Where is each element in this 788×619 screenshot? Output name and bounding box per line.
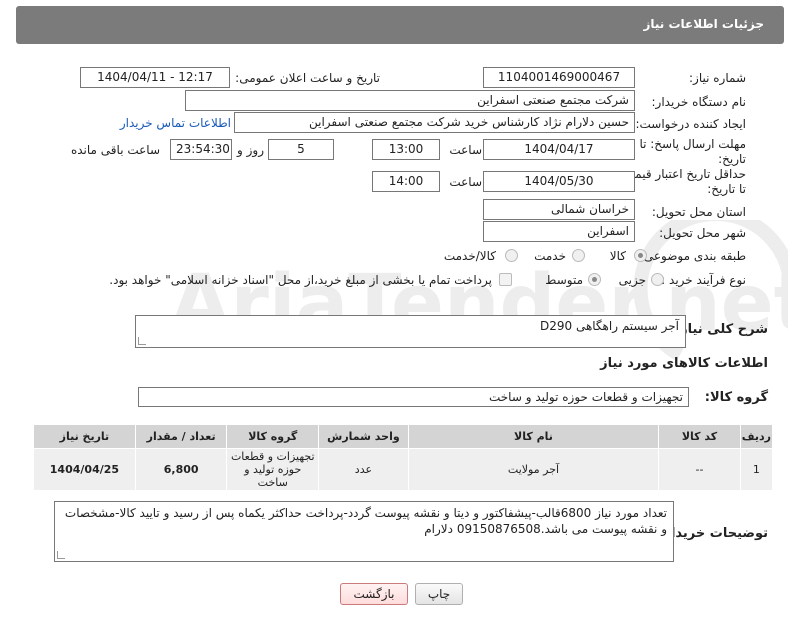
category-label: طبقه بندی موضوعی: — [639, 249, 746, 263]
reply-deadline-label-1: مهلت ارسال پاسخ: تا — [639, 137, 746, 151]
process-medium-label: متوسط — [545, 273, 583, 287]
process-medium-radio[interactable] — [588, 273, 601, 286]
col-group: گروه کالا — [226, 424, 320, 449]
cell-code: -- — [658, 448, 741, 491]
back-button[interactable]: بازگشت — [340, 583, 408, 605]
price-validity-time-label: ساعت — [449, 175, 482, 189]
category-goods-service-label: کالا/خدمت — [443, 249, 496, 263]
process-minor-radio[interactable] — [651, 273, 664, 286]
table-row[interactable]: 1 -- آجر مولایت عدد تجهیزات و قطعات حوزه… — [33, 448, 774, 491]
summary-text: آجر سیستم راهگاهی D290 — [539, 319, 679, 333]
category-goods-label: کالا — [609, 249, 626, 263]
col-row: ردیف — [739, 424, 774, 449]
requester-label: ایجاد کننده درخواست: — [635, 117, 746, 131]
summary-label: شرح کلی نیاز: — [674, 322, 768, 337]
requester-field: حسین دلارام نژاد کارشناس خرید شرکت مجتمع… — [234, 112, 635, 133]
days-label: روز و — [237, 143, 264, 157]
col-qty: تعداد / مقدار — [134, 424, 228, 449]
buyer-org-field: شرکت مجتمع صنعتی اسفراین — [185, 90, 635, 111]
reply-deadline-label-2: تاریخ: — [718, 152, 746, 166]
delivery-province-label: استان محل تحویل: — [651, 205, 746, 219]
page-title: جزئیات اطلاعات نیاز — [643, 17, 764, 31]
cell-group: تجهیزات و قطعات حوزه تولید و ساخت — [226, 448, 320, 491]
col-date: تاریخ نیاز — [33, 424, 136, 449]
delivery-city-field: اسفراین — [483, 221, 635, 242]
summary-textarea[interactable]: آجر سیستم راهگاهی D290 — [135, 315, 686, 348]
goods-section-title: اطلاعات کالاهای مورد نیاز — [600, 356, 768, 371]
cell-name: آجر مولایت — [407, 448, 660, 491]
treasury-payment-note: پرداخت تمام یا بخشی از مبلغ خرید،از محل … — [109, 273, 492, 287]
col-unit: واحد شمارش — [318, 424, 409, 449]
need-number-label: شماره نیاز: — [689, 71, 746, 85]
table-header-row: ردیف کد کالا نام کالا واحد شمارش گروه کا… — [33, 424, 774, 449]
buyer-notes-text: تعداد مورد نیاز 6800قالب-پیشفاکتور و دیت… — [64, 506, 667, 536]
announce-datetime-field: 1404/04/11 - 12:17 — [80, 67, 230, 88]
goods-group-label: گروه کالا: — [704, 390, 768, 405]
remaining-days-field: 5 — [268, 139, 334, 160]
announce-datetime-label: تاریخ و ساعت اعلان عمومی: — [235, 71, 380, 85]
print-button[interactable]: چاپ — [415, 583, 463, 605]
delivery-city-label: شهر محل تحویل: — [659, 226, 746, 240]
col-name: نام کالا — [407, 424, 660, 449]
remaining-time-label: ساعت باقی مانده — [70, 143, 160, 157]
reply-time-label: ساعت — [449, 143, 482, 157]
category-goods-radio[interactable] — [634, 249, 647, 262]
cell-row: 1 — [739, 448, 774, 491]
cell-unit: عدد — [318, 448, 409, 491]
buyer-org-label: نام دستگاه خریدار: — [651, 95, 747, 109]
reply-deadline-date-field: 1404/04/17 — [483, 139, 635, 160]
buyer-contact-link[interactable]: اطلاعات تماس خریدار — [120, 116, 231, 130]
resize-handle-icon[interactable] — [138, 337, 146, 345]
category-service-radio[interactable] — [572, 249, 585, 262]
category-service-label: خدمت — [534, 249, 566, 263]
remaining-time-field: 23:54:30 — [170, 139, 232, 160]
price-validity-label-2: تا تاریخ: — [707, 182, 746, 196]
resize-handle-icon[interactable] — [57, 551, 65, 559]
col-code: کد کالا — [658, 424, 741, 449]
process-minor-label: جزیی — [618, 273, 646, 287]
cell-qty: 6,800 — [134, 448, 228, 491]
process-type-label: نوع فرآیند خرید : — [661, 273, 746, 287]
items-table: ردیف کد کالا نام کالا واحد شمارش گروه کا… — [33, 424, 774, 491]
reply-deadline-time-field: 13:00 — [372, 139, 440, 160]
price-validity-label-1: حداقل تاریخ اعتبار قیمت: — [619, 167, 746, 181]
delivery-province-field: خراسان شمالی — [483, 199, 635, 220]
buyer-notes-textarea[interactable]: تعداد مورد نیاز 6800قالب-پیشفاکتور و دیت… — [54, 501, 674, 562]
category-goods-service-radio[interactable] — [505, 249, 518, 262]
price-validity-date-field: 1404/05/30 — [483, 171, 635, 192]
need-number-field: 1104001469000467 — [483, 67, 635, 88]
price-validity-time-field: 14:00 — [372, 171, 440, 192]
cell-date: 1404/04/25 — [33, 448, 136, 491]
buyer-notes-label: توضیحات خریدار: — [658, 526, 768, 541]
treasury-payment-checkbox[interactable] — [499, 273, 512, 286]
page-header: جزئیات اطلاعات نیاز — [16, 6, 784, 44]
goods-group-field: تجهیزات و قطعات حوزه تولید و ساخت — [138, 387, 689, 407]
